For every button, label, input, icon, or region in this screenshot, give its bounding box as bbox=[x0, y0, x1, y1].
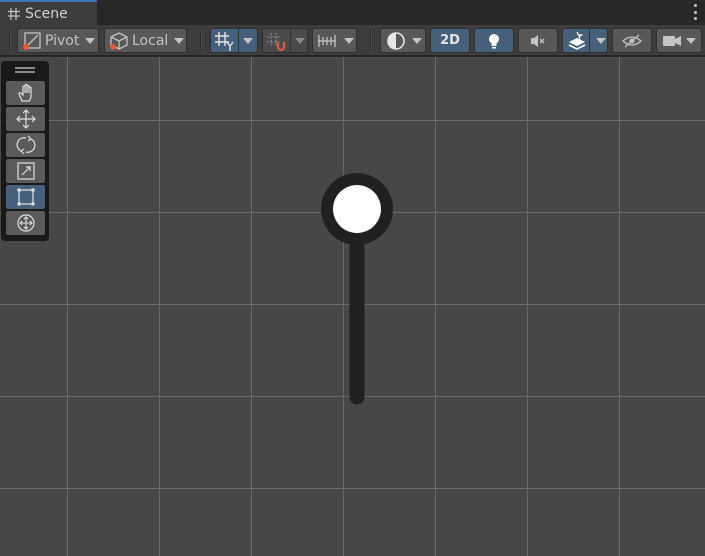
snap-increment-icon bbox=[267, 32, 286, 51]
rotate-icon bbox=[16, 135, 35, 155]
audio-mute-icon bbox=[531, 34, 545, 47]
transform-icon bbox=[16, 214, 35, 232]
snap-increment-toggle[interactable] bbox=[262, 28, 308, 53]
split-divider bbox=[238, 29, 239, 52]
camera-icon bbox=[663, 35, 681, 46]
palette-drag-handle[interactable] bbox=[15, 67, 35, 73]
local-cube-icon bbox=[110, 31, 128, 50]
effects-toggle[interactable] bbox=[562, 28, 608, 53]
chevron-down-icon bbox=[85, 37, 96, 44]
lighting-toggle[interactable] bbox=[474, 28, 514, 53]
chevron-down-icon[interactable] bbox=[596, 37, 606, 44]
rect-tool-button[interactable] bbox=[6, 185, 45, 209]
chevron-down-icon bbox=[174, 37, 185, 44]
shading-mode-icon bbox=[387, 31, 405, 50]
lighting-bulb-icon bbox=[489, 33, 499, 48]
toolbar-separator bbox=[200, 31, 202, 50]
hand-icon bbox=[17, 83, 32, 102]
tab-scene[interactable]: Scene bbox=[0, 0, 97, 25]
local-label: Local bbox=[132, 32, 169, 49]
move-tool-button[interactable] bbox=[6, 107, 45, 131]
chevron-down-icon[interactable] bbox=[295, 37, 305, 44]
sprite-object[interactable] bbox=[321, 173, 393, 405]
rotate-tool-button[interactable] bbox=[6, 133, 45, 157]
move-arrows-icon bbox=[15, 109, 36, 129]
mode-2d-toggle[interactable]: 2D bbox=[430, 28, 470, 53]
grid-snap-icon bbox=[215, 31, 234, 51]
hand-tool-button[interactable] bbox=[6, 81, 45, 105]
visibility-toggle[interactable] bbox=[612, 28, 652, 53]
split-divider bbox=[589, 29, 590, 52]
scene-viewport[interactable] bbox=[0, 57, 705, 556]
audio-toggle[interactable] bbox=[518, 28, 558, 53]
effects-layers-icon bbox=[568, 31, 586, 50]
chevron-down-icon bbox=[686, 37, 696, 44]
transform-tool-button[interactable] bbox=[6, 211, 45, 235]
scene-toolbar: Pivot Local 2D bbox=[0, 25, 705, 56]
grid-hash-icon bbox=[8, 7, 20, 20]
scale-tool-button[interactable] bbox=[6, 159, 45, 183]
split-divider bbox=[290, 29, 291, 52]
tab-bar: Scene bbox=[0, 0, 705, 25]
chevron-down-icon bbox=[412, 37, 422, 44]
shading-mode-dropdown[interactable] bbox=[380, 28, 426, 53]
visibility-eye-icon bbox=[622, 34, 642, 47]
grid-snap-toggle[interactable] bbox=[210, 28, 258, 53]
chevron-down-icon bbox=[344, 37, 354, 44]
rect-transform-icon bbox=[17, 188, 34, 206]
toolbar-separator bbox=[370, 31, 372, 50]
pivot-label: Pivot bbox=[45, 32, 80, 49]
tool-palette bbox=[1, 61, 49, 241]
mode-2d-label: 2D bbox=[440, 33, 460, 48]
toolbar-separator bbox=[9, 31, 11, 50]
tab-scene-label: Scene bbox=[25, 5, 68, 22]
ruler-icon bbox=[318, 34, 336, 47]
scene-grid bbox=[0, 57, 705, 556]
pivot-icon bbox=[23, 31, 41, 50]
pivot-dropdown[interactable]: Pivot bbox=[17, 28, 99, 53]
scale-icon bbox=[16, 162, 35, 180]
ruler-dropdown[interactable] bbox=[312, 28, 357, 53]
local-dropdown[interactable]: Local bbox=[104, 28, 187, 53]
camera-dropdown[interactable] bbox=[656, 28, 702, 53]
kebab-menu-icon[interactable] bbox=[692, 4, 698, 20]
chevron-down-icon[interactable] bbox=[243, 37, 253, 44]
